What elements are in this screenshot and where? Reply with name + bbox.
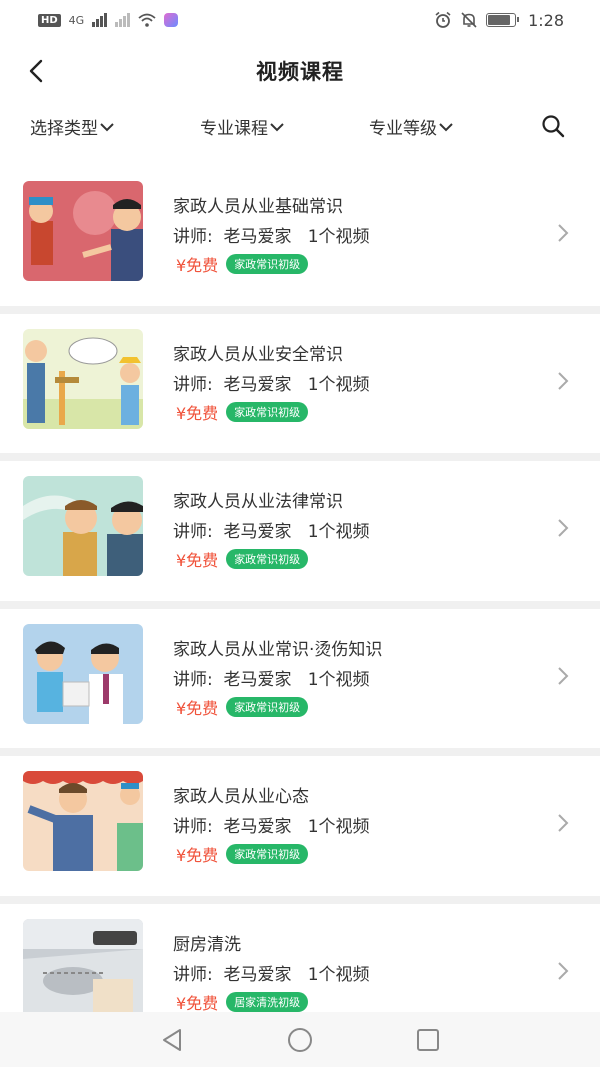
course-item[interactable]: 家政人员从业心态 讲师: 老马爱家 1个视频 ¥免费 家政常识初级 <box>0 756 600 904</box>
chevron-down-icon <box>100 122 114 131</box>
course-list: 家政人员从业基础常识 讲师: 老马爱家 1个视频 ¥免费 家政常识初级 家政人员… <box>0 166 600 1051</box>
chevron-right-icon <box>558 224 569 242</box>
course-price: ¥免费 <box>176 403 219 423</box>
course-title: 家政人员从业法律常识 <box>173 492 343 512</box>
course-title: 家政人员从业基础常识 <box>173 197 343 217</box>
chevron-down-icon <box>439 122 453 131</box>
battery-fill <box>488 15 511 25</box>
course-price: ¥免费 <box>176 551 219 570</box>
course-item[interactable]: 家政人员从业常识·烫伤知识 讲师: 老马爱家 1个视频 ¥免费 家政常识初级 <box>0 609 600 756</box>
course-price: ¥免费 <box>176 256 219 275</box>
alarm-icon <box>435 11 451 28</box>
course-thumbnail <box>23 328 143 429</box>
filter-level-dropdown[interactable]: 专业等级 <box>369 114 453 139</box>
filter-type-label: 选择类型 <box>30 119 98 139</box>
course-price-row: ¥免费 居家清洗初级 <box>176 990 309 1014</box>
filter-type-dropdown[interactable]: 选择类型 <box>30 114 114 139</box>
course-price-row: ¥免费 家政常识初级 <box>176 695 309 719</box>
course-thumbnail <box>23 918 143 1019</box>
course-price-row: ¥免费 家政常识初级 <box>176 252 309 276</box>
page-title: 视频课程 <box>256 60 344 84</box>
course-item[interactable]: 家政人员从业安全常识 讲师: 老马爱家 1个视频 ¥免费 家政常识初级 <box>0 314 600 461</box>
course-level-tag: 家政常识初级 <box>226 696 309 717</box>
course-price: ¥免费 <box>176 698 219 718</box>
filter-bar: 选择类型 专业课程 专业等级 <box>0 102 600 148</box>
status-bar: HD 4G 1:28 <box>0 0 600 40</box>
app-header: 视频课程 <box>0 40 600 102</box>
course-level-tag: 家政常识初级 <box>226 844 309 864</box>
course-meta: 讲师: 老马爱家 1个视频 <box>173 964 370 985</box>
filter-course-label: 专业课程 <box>200 119 268 139</box>
course-price: ¥免费 <box>176 846 219 865</box>
mute-icon <box>461 12 477 28</box>
battery-icon <box>486 13 520 27</box>
filter-course-dropdown[interactable]: 专业课程 <box>200 114 284 139</box>
app-notification-icon <box>164 13 179 27</box>
course-meta: 讲师: 老马爱家 1个视频 <box>173 522 370 542</box>
course-title: 家政人员从业安全常识 <box>173 344 343 365</box>
triangle-back-icon[interactable] <box>158 1026 186 1054</box>
course-level-tag: 家政常识初级 <box>226 254 309 274</box>
course-price-row: ¥免费 家政常识初级 <box>176 842 309 866</box>
network-type: 4G <box>68 13 85 27</box>
status-left: HD 4G <box>38 13 179 27</box>
chevron-right-icon <box>558 666 569 685</box>
filter-level-label: 专业等级 <box>369 119 437 139</box>
chevron-right-icon <box>558 371 569 390</box>
chevron-left-icon[interactable] <box>24 58 50 84</box>
hd-icon: HD <box>38 13 61 27</box>
course-meta: 讲师: 老马爱家 1个视频 <box>173 817 370 837</box>
course-title: 家政人员从业常识·烫伤知识 <box>173 639 383 660</box>
course-thumbnail <box>23 181 143 281</box>
course-meta: 讲师: 老马爱家 1个视频 <box>173 669 370 690</box>
course-thumbnail <box>23 476 143 576</box>
course-level-tag: 居家清洗初级 <box>226 991 309 1012</box>
clock: 1:28 <box>528 10 564 30</box>
course-price-row: ¥免费 家政常识初级 <box>176 547 309 571</box>
chevron-right-icon <box>558 519 569 537</box>
wifi-icon <box>138 13 156 27</box>
course-price-row: ¥免费 家政常识初级 <box>176 400 309 424</box>
signal-icon <box>92 13 108 27</box>
chevron-down-icon <box>270 122 284 131</box>
signal-icon <box>115 13 131 27</box>
search-icon[interactable] <box>540 113 566 139</box>
course-title: 厨房清洗 <box>173 934 241 955</box>
course-thumbnail <box>23 623 143 724</box>
course-level-tag: 家政常识初级 <box>226 549 309 569</box>
course-price: ¥免费 <box>176 993 219 1013</box>
course-item[interactable]: 家政人员从业基础常识 讲师: 老马爱家 1个视频 ¥免费 家政常识初级 <box>0 166 600 314</box>
system-nav-bar <box>0 1012 600 1067</box>
status-right: 1:28 <box>434 11 564 30</box>
course-title: 家政人员从业心态 <box>173 787 309 807</box>
course-item[interactable]: 家政人员从业法律常识 讲师: 老马爱家 1个视频 ¥免费 家政常识初级 <box>0 461 600 609</box>
square-recents-icon[interactable] <box>414 1026 442 1054</box>
course-thumbnail <box>23 771 143 871</box>
course-level-tag: 家政常识初级 <box>226 401 309 422</box>
circle-home-icon[interactable] <box>286 1026 314 1054</box>
chevron-right-icon <box>558 961 569 980</box>
course-meta: 讲师: 老马爱家 1个视频 <box>173 374 370 395</box>
course-meta: 讲师: 老马爱家 1个视频 <box>173 227 370 247</box>
chevron-right-icon <box>558 814 569 832</box>
